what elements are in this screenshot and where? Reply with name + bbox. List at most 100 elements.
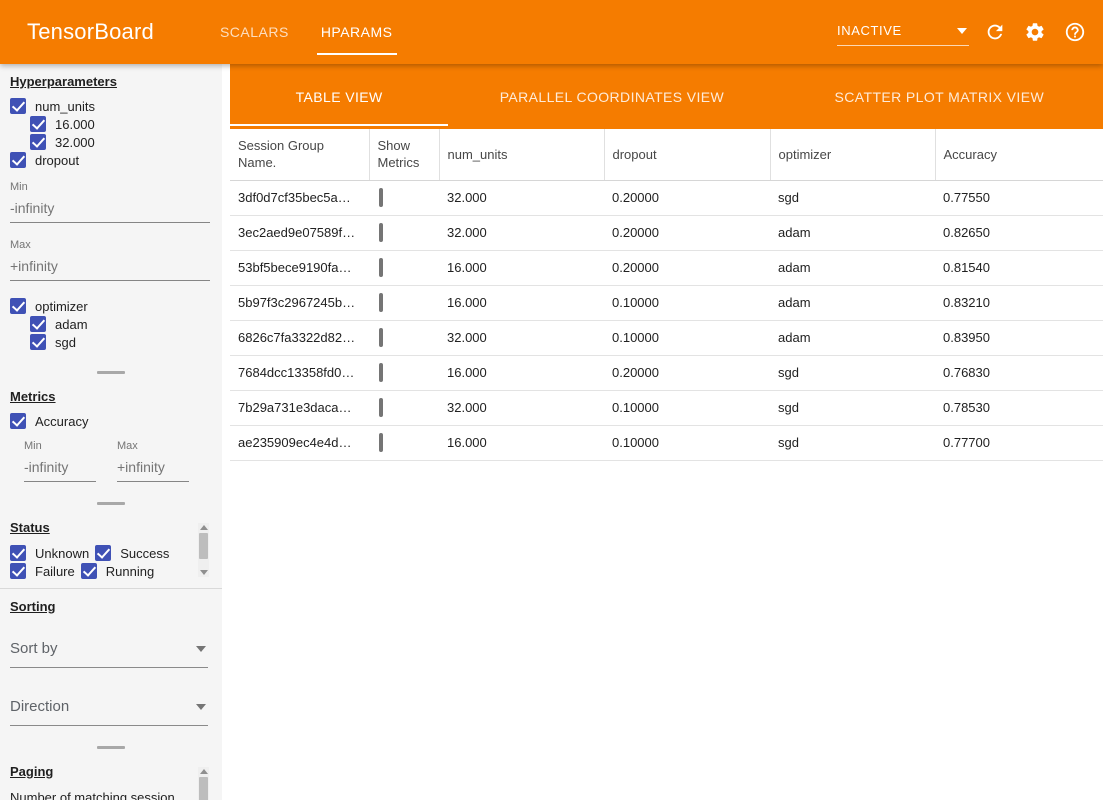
status-failure-row[interactable]: Failure: [10, 562, 75, 580]
refresh-icon: [984, 21, 1006, 43]
hyperparameters-heading: Hyperparameters: [10, 74, 212, 89]
show-metrics-checkbox[interactable]: [379, 398, 383, 417]
status-success-row[interactable]: Success: [95, 544, 169, 562]
show-metrics-checkbox[interactable]: [379, 188, 383, 207]
sort-by-select[interactable]: Sort by: [10, 640, 208, 668]
num-units-cell: 16.000: [439, 355, 604, 390]
session-group-name-cell: 5b97f3c2967245b…: [230, 285, 369, 320]
status-success-checkbox[interactable]: [95, 545, 111, 561]
scroll-down-icon[interactable]: [200, 570, 208, 575]
num-units-label: num_units: [35, 99, 95, 114]
accuracy-cell: 0.76830: [935, 355, 1103, 390]
tab-hparams-label: HPARAMS: [321, 24, 393, 40]
num-units-cell: 32.000: [439, 320, 604, 355]
dropout-cell: 0.10000: [604, 425, 770, 460]
direction-select[interactable]: Direction: [10, 698, 208, 726]
accuracy-label: Accuracy: [35, 414, 88, 429]
reload-status-value: INACTIVE: [837, 23, 902, 38]
accuracy-cell: 0.82650: [935, 215, 1103, 250]
status-running-checkbox[interactable]: [81, 563, 97, 579]
optimizer-cell: sgd: [770, 425, 935, 460]
status-failure-checkbox[interactable]: [10, 563, 26, 579]
pane-resize-handle[interactable]: [0, 365, 222, 379]
scroll-up-icon[interactable]: [200, 525, 208, 530]
accuracy-cell: 0.81540: [935, 250, 1103, 285]
accuracy-min-input[interactable]: [24, 452, 96, 482]
dropout-min-input[interactable]: [10, 193, 210, 223]
session-group-name-cell: 7684dcc13358fd0…: [230, 355, 369, 390]
hyperparameters-pane: Hyperparameters num_units 16.000 32.000 …: [0, 74, 222, 379]
dropout-max-input[interactable]: [10, 251, 210, 281]
num-units-16-checkbox[interactable]: [30, 116, 46, 132]
paging-heading: Paging: [10, 764, 212, 779]
optimizer-checkbox[interactable]: [10, 298, 26, 314]
tab-hparams[interactable]: HPARAMS: [305, 0, 409, 64]
scrollbar-thumb[interactable]: [199, 777, 208, 800]
num-units-checkbox[interactable]: [10, 98, 26, 114]
accuracy-min-label: Min: [24, 440, 96, 452]
settings-button[interactable]: [1021, 18, 1049, 46]
optimizer-sgd-checkbox[interactable]: [30, 334, 46, 350]
optimizer-cell: adam: [770, 320, 935, 355]
refresh-button[interactable]: [981, 18, 1009, 46]
session-group-name-cell: 3ec2aed9e07589f…: [230, 215, 369, 250]
table-row: 7b29a731e3daca… 32.000 0.10000 sgd 0.785…: [230, 390, 1103, 425]
accuracy-cell: 0.83210: [935, 285, 1103, 320]
show-metrics-checkbox[interactable]: [379, 223, 383, 242]
status-unknown-checkbox[interactable]: [10, 545, 26, 561]
view-tabs: TABLE VIEW PARALLEL COORDINATES VIEW SCA…: [230, 64, 1103, 129]
num-units-cell: 32.000: [439, 390, 604, 425]
status-scrollbar[interactable]: [198, 523, 209, 577]
accuracy-checkbox[interactable]: [10, 413, 26, 429]
dropout-checkbox[interactable]: [10, 152, 26, 168]
num-units-option-32-row[interactable]: 32.000: [30, 133, 222, 151]
sorting-pane: Sorting Sort by Direction: [0, 599, 222, 754]
num-units-cell: 16.000: [439, 285, 604, 320]
num-units-option-16-row[interactable]: 16.000: [30, 115, 222, 133]
pane-resize-handle[interactable]: [0, 496, 222, 510]
chevron-down-icon: [957, 28, 967, 39]
top-bar: TensorBoard SCALARS HPARAMS INACTIVE: [0, 0, 1103, 64]
show-metrics-checkbox[interactable]: [379, 433, 383, 452]
session-group-name-cell: 6826c7fa3322d82…: [230, 320, 369, 355]
status-unknown-row[interactable]: Unknown: [10, 544, 89, 562]
table-row: 7684dcc13358fd0… 16.000 0.20000 sgd 0.76…: [230, 355, 1103, 390]
pane-resize-handle[interactable]: [0, 740, 222, 754]
optimizer-adam-checkbox[interactable]: [30, 316, 46, 332]
scrollbar-thumb[interactable]: [199, 533, 208, 559]
paging-pane: Paging Number of matching session groups…: [0, 764, 222, 800]
show-metrics-checkbox[interactable]: [379, 293, 383, 312]
tab-scalars[interactable]: SCALARS: [204, 0, 305, 64]
dropout-max-field: Max: [10, 239, 210, 281]
hparam-optimizer-row[interactable]: optimizer: [10, 297, 222, 315]
tab-table-view[interactable]: TABLE VIEW: [230, 64, 448, 129]
session-groups-table: Session Group Name. Show Metrics num_uni…: [230, 129, 1103, 461]
table-row: 53bf5bece9190fa… 16.000 0.20000 adam 0.8…: [230, 250, 1103, 285]
optimizer-option-adam-row[interactable]: adam: [30, 315, 222, 333]
accuracy-max-label: Max: [117, 440, 189, 452]
dropout-cell: 0.10000: [604, 285, 770, 320]
help-button[interactable]: [1061, 18, 1089, 46]
num-units-cell: 32.000: [439, 180, 604, 215]
optimizer-label: optimizer: [35, 299, 88, 314]
status-failure-label: Failure: [35, 564, 75, 579]
metric-accuracy-row[interactable]: Accuracy: [10, 412, 222, 430]
accuracy-max-field: Max: [117, 440, 189, 482]
table-row: 6826c7fa3322d82… 32.000 0.10000 adam 0.8…: [230, 320, 1103, 355]
tab-scatter-plot-matrix-view[interactable]: SCATTER PLOT MATRIX VIEW: [776, 64, 1103, 129]
scroll-up-icon[interactable]: [200, 769, 208, 774]
session-group-name-cell: 53bf5bece9190fa…: [230, 250, 369, 285]
accuracy-max-input[interactable]: [117, 452, 189, 482]
optimizer-option-sgd-row[interactable]: sgd: [30, 333, 222, 351]
paging-scrollbar[interactable]: [198, 767, 209, 800]
status-running-row[interactable]: Running: [81, 562, 154, 580]
hparam-dropout-row[interactable]: dropout: [10, 151, 222, 169]
reload-status-dropdown[interactable]: INACTIVE: [837, 18, 969, 46]
show-metrics-checkbox[interactable]: [379, 328, 383, 347]
num-units-32-checkbox[interactable]: [30, 134, 46, 150]
show-metrics-checkbox[interactable]: [379, 258, 383, 277]
show-metrics-checkbox[interactable]: [379, 363, 383, 382]
hparam-num-units-row[interactable]: num_units: [10, 97, 222, 115]
tab-parallel-coordinates-view[interactable]: PARALLEL COORDINATES VIEW: [448, 64, 775, 129]
dropout-min-label: Min: [10, 181, 210, 193]
